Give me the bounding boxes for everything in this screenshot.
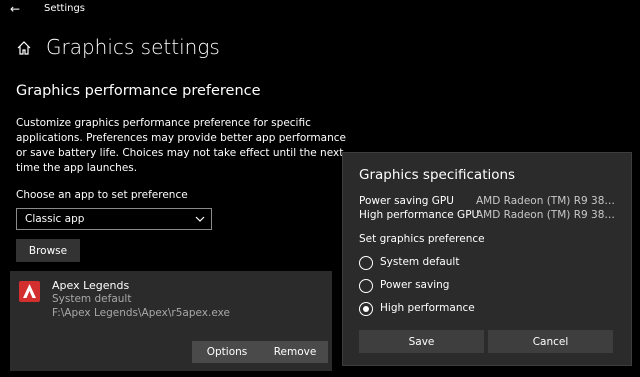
dialog-title: Graphics specifications bbox=[359, 167, 516, 183]
save-button[interactable]: Save bbox=[359, 330, 484, 353]
radio-button[interactable] bbox=[359, 256, 373, 270]
apex-legends-icon bbox=[19, 281, 40, 302]
radio-button[interactable] bbox=[359, 279, 373, 293]
options-button[interactable]: Options bbox=[192, 341, 262, 363]
window-title: Settings bbox=[44, 3, 86, 14]
radio-button-selected[interactable] bbox=[359, 302, 373, 316]
home-icon[interactable] bbox=[16, 40, 32, 56]
radio-label: High performance bbox=[380, 302, 475, 314]
back-arrow-icon[interactable]: ← bbox=[10, 2, 20, 16]
spec-label-high-performance: High performance GPU bbox=[359, 209, 480, 221]
remove-button[interactable]: Remove bbox=[262, 341, 328, 363]
choose-app-label: Choose an app to set preference bbox=[16, 189, 188, 201]
app-name: Apex Legends bbox=[52, 279, 130, 292]
radio-power-saving[interactable]: Power saving bbox=[359, 279, 559, 295]
browse-button[interactable]: Browse bbox=[16, 239, 80, 262]
chevron-down-icon bbox=[195, 216, 205, 222]
section-title: Graphics performance preference bbox=[16, 83, 261, 99]
app-path: F:\Apex Legends\Apex\r5apex.exe bbox=[52, 307, 230, 319]
app-list-item[interactable]: Apex Legends System default F:\Apex Lege… bbox=[10, 271, 332, 371]
app-type-dropdown[interactable]: Classic app bbox=[16, 208, 212, 230]
section-description: Customize graphics performance preferenc… bbox=[16, 117, 346, 174]
radio-label: Power saving bbox=[380, 279, 450, 291]
app-preference: System default bbox=[52, 293, 132, 305]
radio-high-performance[interactable]: High performance bbox=[359, 302, 559, 318]
set-preference-label: Set graphics preference bbox=[359, 233, 485, 245]
cancel-button[interactable]: Cancel bbox=[488, 330, 613, 353]
settings-window: ← Settings Graphics settings Graphics pe… bbox=[0, 0, 640, 377]
graphics-specifications-dialog: Graphics specifications Power saving GPU… bbox=[342, 152, 632, 366]
page-title: Graphics settings bbox=[46, 35, 220, 59]
spec-value-high-performance: AMD Radeon (TM) R9 380 Series bbox=[476, 209, 616, 221]
title-bar: ← Settings bbox=[0, 0, 640, 20]
radio-selected-dot bbox=[363, 306, 369, 312]
radio-system-default[interactable]: System default bbox=[359, 256, 559, 272]
spec-label-power-saving: Power saving GPU bbox=[359, 195, 454, 207]
spec-value-power-saving: AMD Radeon (TM) R9 380 Series bbox=[476, 195, 616, 207]
dropdown-value: Classic app bbox=[25, 213, 85, 225]
radio-label: System default bbox=[380, 256, 460, 268]
